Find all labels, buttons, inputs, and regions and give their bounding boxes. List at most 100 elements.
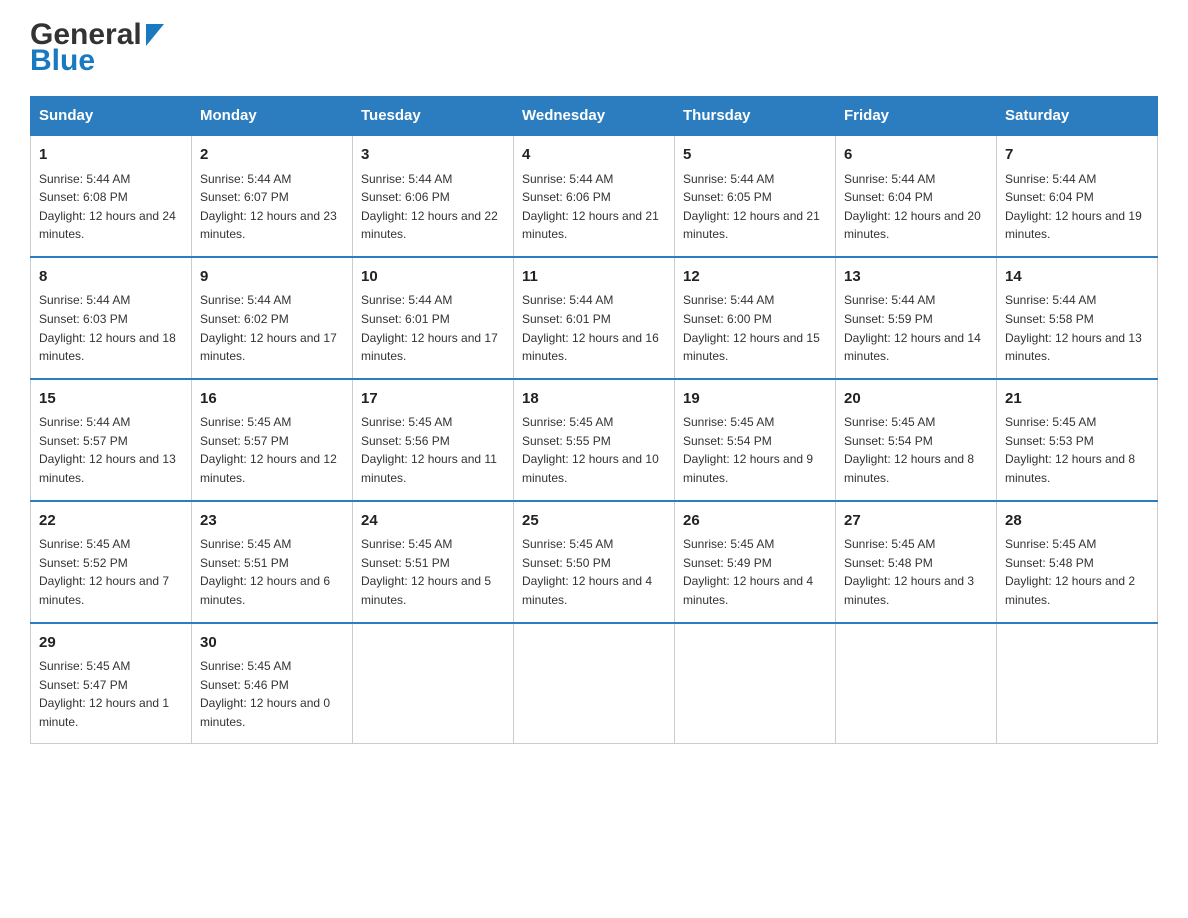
calendar-cell: 7 Sunrise: 5:44 AM Sunset: 6:04 PM Dayli…: [997, 135, 1158, 257]
day-info: Sunrise: 5:45 AM Sunset: 5:51 PM Dayligh…: [361, 535, 505, 609]
calendar-cell: 19 Sunrise: 5:45 AM Sunset: 5:54 PM Dayl…: [675, 379, 836, 501]
day-number: 5: [683, 144, 827, 167]
day-number: 3: [361, 144, 505, 167]
day-number: 28: [1005, 510, 1149, 533]
logo: General Blue: [30, 20, 164, 76]
day-info: Sunrise: 5:45 AM Sunset: 5:52 PM Dayligh…: [39, 535, 183, 609]
day-header-tuesday: Tuesday: [353, 97, 514, 136]
day-number: 14: [1005, 266, 1149, 289]
page-header: General Blue: [30, 20, 1158, 76]
day-number: 9: [200, 266, 344, 289]
day-number: 22: [39, 510, 183, 533]
day-number: 16: [200, 388, 344, 411]
day-number: 1: [39, 144, 183, 167]
day-info: Sunrise: 5:44 AM Sunset: 6:04 PM Dayligh…: [1005, 170, 1149, 244]
calendar-cell: 22 Sunrise: 5:45 AM Sunset: 5:52 PM Dayl…: [31, 501, 192, 623]
calendar-cell: 29 Sunrise: 5:45 AM Sunset: 5:47 PM Dayl…: [31, 623, 192, 744]
day-info: Sunrise: 5:45 AM Sunset: 5:54 PM Dayligh…: [844, 413, 988, 487]
calendar-cell: 25 Sunrise: 5:45 AM Sunset: 5:50 PM Dayl…: [514, 501, 675, 623]
calendar-cell: 16 Sunrise: 5:45 AM Sunset: 5:57 PM Dayl…: [192, 379, 353, 501]
logo-blue-text: Blue: [30, 46, 164, 76]
day-number: 2: [200, 144, 344, 167]
day-info: Sunrise: 5:45 AM Sunset: 5:48 PM Dayligh…: [844, 535, 988, 609]
calendar-cell: [836, 623, 997, 744]
day-info: Sunrise: 5:44 AM Sunset: 5:59 PM Dayligh…: [844, 291, 988, 365]
day-number: 11: [522, 266, 666, 289]
calendar-cell: 15 Sunrise: 5:44 AM Sunset: 5:57 PM Dayl…: [31, 379, 192, 501]
day-info: Sunrise: 5:44 AM Sunset: 6:08 PM Dayligh…: [39, 170, 183, 244]
day-info: Sunrise: 5:45 AM Sunset: 5:46 PM Dayligh…: [200, 657, 344, 731]
day-number: 21: [1005, 388, 1149, 411]
day-info: Sunrise: 5:45 AM Sunset: 5:47 PM Dayligh…: [39, 657, 183, 731]
calendar-cell: [675, 623, 836, 744]
calendar-cell: 27 Sunrise: 5:45 AM Sunset: 5:48 PM Dayl…: [836, 501, 997, 623]
day-info: Sunrise: 5:44 AM Sunset: 5:57 PM Dayligh…: [39, 413, 183, 487]
day-info: Sunrise: 5:45 AM Sunset: 5:49 PM Dayligh…: [683, 535, 827, 609]
calendar-cell: 13 Sunrise: 5:44 AM Sunset: 5:59 PM Dayl…: [836, 257, 997, 379]
day-number: 27: [844, 510, 988, 533]
day-info: Sunrise: 5:44 AM Sunset: 6:07 PM Dayligh…: [200, 170, 344, 244]
day-header-friday: Friday: [836, 97, 997, 136]
day-info: Sunrise: 5:44 AM Sunset: 6:06 PM Dayligh…: [361, 170, 505, 244]
day-header-sunday: Sunday: [31, 97, 192, 136]
day-info: Sunrise: 5:44 AM Sunset: 6:06 PM Dayligh…: [522, 170, 666, 244]
day-info: Sunrise: 5:44 AM Sunset: 5:58 PM Dayligh…: [1005, 291, 1149, 365]
day-number: 15: [39, 388, 183, 411]
day-number: 8: [39, 266, 183, 289]
calendar-cell: [997, 623, 1158, 744]
day-info: Sunrise: 5:44 AM Sunset: 6:02 PM Dayligh…: [200, 291, 344, 365]
calendar-cell: 20 Sunrise: 5:45 AM Sunset: 5:54 PM Dayl…: [836, 379, 997, 501]
day-number: 19: [683, 388, 827, 411]
day-number: 12: [683, 266, 827, 289]
calendar-cell: 1 Sunrise: 5:44 AM Sunset: 6:08 PM Dayli…: [31, 135, 192, 257]
day-info: Sunrise: 5:45 AM Sunset: 5:55 PM Dayligh…: [522, 413, 666, 487]
header-row: SundayMondayTuesdayWednesdayThursdayFrid…: [31, 97, 1158, 136]
week-row-1: 1 Sunrise: 5:44 AM Sunset: 6:08 PM Dayli…: [31, 135, 1158, 257]
calendar-table: SundayMondayTuesdayWednesdayThursdayFrid…: [30, 96, 1158, 744]
day-info: Sunrise: 5:44 AM Sunset: 6:04 PM Dayligh…: [844, 170, 988, 244]
day-info: Sunrise: 5:45 AM Sunset: 5:53 PM Dayligh…: [1005, 413, 1149, 487]
day-info: Sunrise: 5:45 AM Sunset: 5:51 PM Dayligh…: [200, 535, 344, 609]
calendar-cell: 17 Sunrise: 5:45 AM Sunset: 5:56 PM Dayl…: [353, 379, 514, 501]
week-row-3: 15 Sunrise: 5:44 AM Sunset: 5:57 PM Dayl…: [31, 379, 1158, 501]
day-info: Sunrise: 5:45 AM Sunset: 5:48 PM Dayligh…: [1005, 535, 1149, 609]
day-number: 17: [361, 388, 505, 411]
day-number: 24: [361, 510, 505, 533]
day-number: 25: [522, 510, 666, 533]
day-number: 20: [844, 388, 988, 411]
calendar-cell: 4 Sunrise: 5:44 AM Sunset: 6:06 PM Dayli…: [514, 135, 675, 257]
calendar-cell: 26 Sunrise: 5:45 AM Sunset: 5:49 PM Dayl…: [675, 501, 836, 623]
calendar-cell: 8 Sunrise: 5:44 AM Sunset: 6:03 PM Dayli…: [31, 257, 192, 379]
week-row-2: 8 Sunrise: 5:44 AM Sunset: 6:03 PM Dayli…: [31, 257, 1158, 379]
day-number: 13: [844, 266, 988, 289]
week-row-4: 22 Sunrise: 5:45 AM Sunset: 5:52 PM Dayl…: [31, 501, 1158, 623]
day-info: Sunrise: 5:45 AM Sunset: 5:57 PM Dayligh…: [200, 413, 344, 487]
calendar-cell: 9 Sunrise: 5:44 AM Sunset: 6:02 PM Dayli…: [192, 257, 353, 379]
calendar-cell: 21 Sunrise: 5:45 AM Sunset: 5:53 PM Dayl…: [997, 379, 1158, 501]
day-number: 10: [361, 266, 505, 289]
day-number: 26: [683, 510, 827, 533]
calendar-cell: 24 Sunrise: 5:45 AM Sunset: 5:51 PM Dayl…: [353, 501, 514, 623]
day-number: 4: [522, 144, 666, 167]
day-info: Sunrise: 5:44 AM Sunset: 6:05 PM Dayligh…: [683, 170, 827, 244]
calendar-cell: 28 Sunrise: 5:45 AM Sunset: 5:48 PM Dayl…: [997, 501, 1158, 623]
day-number: 6: [844, 144, 988, 167]
calendar-cell: [514, 623, 675, 744]
day-info: Sunrise: 5:45 AM Sunset: 5:50 PM Dayligh…: [522, 535, 666, 609]
day-info: Sunrise: 5:45 AM Sunset: 5:54 PM Dayligh…: [683, 413, 827, 487]
calendar-cell: 11 Sunrise: 5:44 AM Sunset: 6:01 PM Dayl…: [514, 257, 675, 379]
week-row-5: 29 Sunrise: 5:45 AM Sunset: 5:47 PM Dayl…: [31, 623, 1158, 744]
day-info: Sunrise: 5:44 AM Sunset: 6:01 PM Dayligh…: [361, 291, 505, 365]
calendar-cell: 14 Sunrise: 5:44 AM Sunset: 5:58 PM Dayl…: [997, 257, 1158, 379]
calendar-cell: 18 Sunrise: 5:45 AM Sunset: 5:55 PM Dayl…: [514, 379, 675, 501]
day-number: 30: [200, 632, 344, 655]
calendar-cell: 30 Sunrise: 5:45 AM Sunset: 5:46 PM Dayl…: [192, 623, 353, 744]
calendar-cell: 10 Sunrise: 5:44 AM Sunset: 6:01 PM Dayl…: [353, 257, 514, 379]
calendar-cell: 6 Sunrise: 5:44 AM Sunset: 6:04 PM Dayli…: [836, 135, 997, 257]
day-number: 29: [39, 632, 183, 655]
calendar-cell: 23 Sunrise: 5:45 AM Sunset: 5:51 PM Dayl…: [192, 501, 353, 623]
day-number: 7: [1005, 144, 1149, 167]
day-number: 23: [200, 510, 344, 533]
calendar-cell: 2 Sunrise: 5:44 AM Sunset: 6:07 PM Dayli…: [192, 135, 353, 257]
day-info: Sunrise: 5:44 AM Sunset: 6:01 PM Dayligh…: [522, 291, 666, 365]
